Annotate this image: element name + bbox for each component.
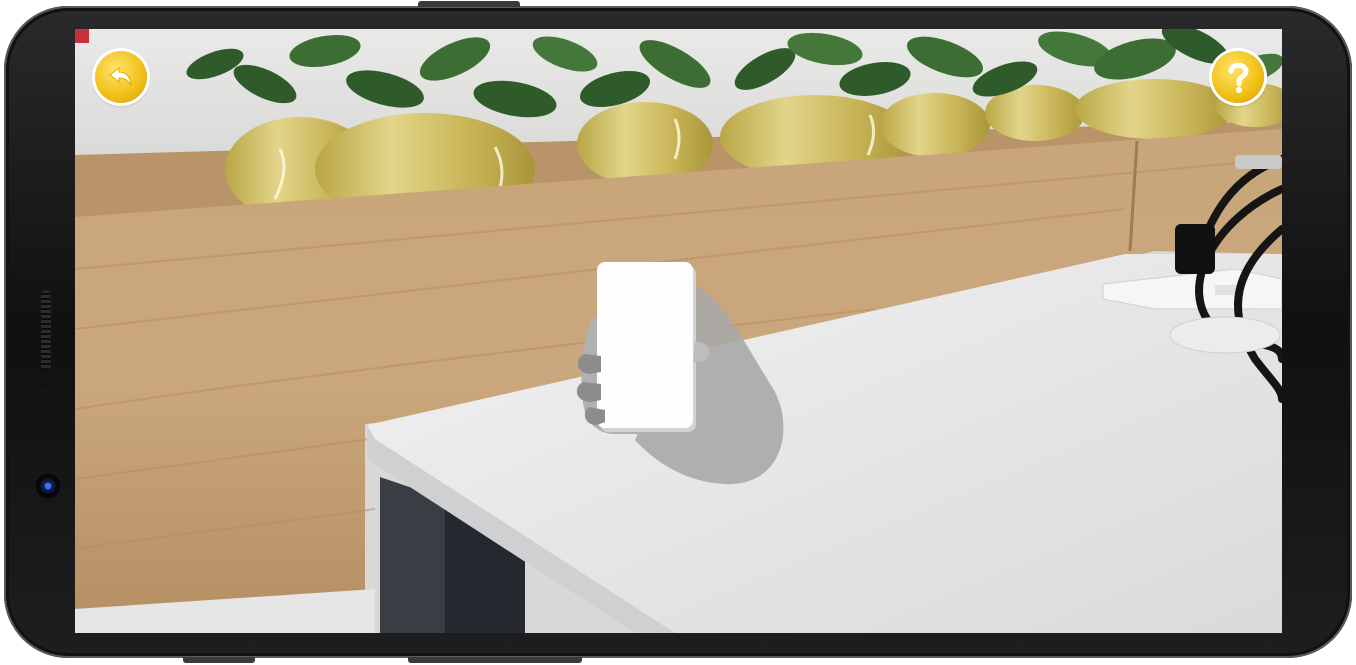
power-button <box>418 1 520 7</box>
front-camera <box>35 473 61 499</box>
ar-screen[interactable] <box>75 29 1282 633</box>
proximity-sensor <box>30 388 58 416</box>
question-mark-icon <box>1228 62 1249 93</box>
back-button[interactable] <box>95 51 147 103</box>
help-button[interactable] <box>1212 51 1264 103</box>
earpiece-speaker <box>41 290 51 370</box>
hand-holding-phone-icon <box>576 262 784 485</box>
back-arrow-icon <box>109 66 132 87</box>
side-button <box>183 657 255 663</box>
volume-button <box>408 657 582 663</box>
